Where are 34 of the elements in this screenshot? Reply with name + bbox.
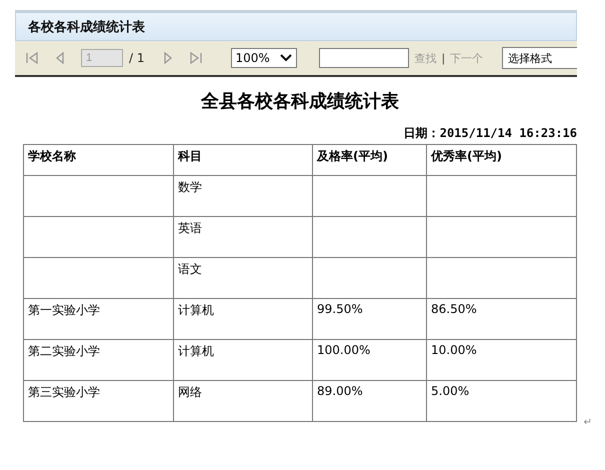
table-cell: 第二实验小学 bbox=[24, 340, 174, 380]
column-header: 及格率(平均) bbox=[312, 144, 426, 176]
last-page-icon[interactable] bbox=[188, 51, 202, 65]
chevron-down-icon bbox=[280, 54, 292, 62]
column-header: 科目 bbox=[174, 144, 312, 176]
table-cell: 计算机 bbox=[174, 298, 312, 340]
table-cell: 第一实验小学 bbox=[24, 298, 174, 340]
table-cell: 99.50% bbox=[312, 298, 426, 340]
separator-text: | bbox=[442, 52, 446, 64]
paragraph-mark: ↵ bbox=[584, 417, 592, 428]
find-next-link[interactable]: 下一个 bbox=[450, 50, 484, 66]
table-cell: 10.00% bbox=[426, 340, 576, 380]
table-cell: 100.00% bbox=[312, 340, 426, 380]
first-page-icon[interactable] bbox=[25, 51, 39, 65]
find-link[interactable]: 查找 bbox=[414, 50, 436, 66]
format-select[interactable]: 选择格式 bbox=[502, 47, 577, 69]
column-header: 学校名称 bbox=[24, 144, 174, 176]
column-header: 优秀率(平均) bbox=[426, 144, 576, 176]
search-field[interactable] bbox=[318, 48, 408, 68]
page-total: / 1 bbox=[129, 51, 144, 65]
table-cell: 数学 bbox=[174, 176, 312, 216]
window-title: 各校各科成绩统计表 bbox=[28, 18, 145, 36]
table-cell: 5.00% bbox=[426, 380, 576, 422]
table-cell: 89.00% bbox=[312, 380, 426, 422]
table-cell: 语文 bbox=[174, 258, 312, 298]
page-number-field[interactable]: 1 bbox=[81, 49, 123, 67]
table-cell: 86.50% bbox=[426, 298, 576, 340]
table-cell: 计算机 bbox=[174, 340, 312, 380]
report-title: 全县各校各科成绩统计表 bbox=[200, 90, 400, 113]
zoom-select[interactable]: 100% bbox=[230, 48, 296, 68]
table-cell: 网络 bbox=[174, 380, 312, 422]
table-cell: 第三实验小学 bbox=[24, 380, 174, 422]
report-date: 日期：2015/11/14 16:23:16 bbox=[402, 125, 577, 142]
table-cell: 英语 bbox=[174, 216, 312, 258]
